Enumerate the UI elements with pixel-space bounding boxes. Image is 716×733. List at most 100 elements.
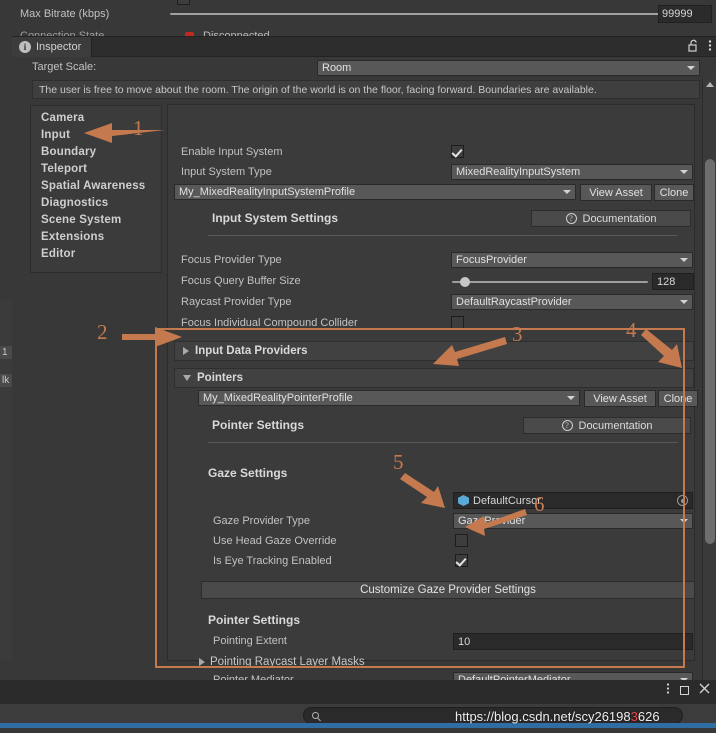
chevron-down-icon (687, 66, 695, 70)
target-scale-label: Target Scale: (32, 61, 97, 73)
maximize-icon[interactable] (680, 685, 689, 695)
chevron-down-icon (680, 170, 688, 174)
helpbox-text: The user is free to move about the room.… (39, 83, 597, 96)
window-bottom-bar (0, 680, 716, 704)
clone-button[interactable]: Clone (654, 184, 694, 201)
annotation-number-6: 6 (534, 492, 545, 516)
pointer-profile-dropdown[interactable]: My_MixedRealityPointerProfile (198, 390, 580, 406)
input-data-providers-foldout[interactable]: Input Data Providers (174, 341, 694, 361)
focus-query-buffer-size-label: Focus Query Buffer Size (181, 275, 301, 287)
help-icon: ? (561, 420, 573, 431)
category-item-diagnostics[interactable]: Diagnostics (41, 195, 161, 212)
screenshot-root: Max Bitrate (kbps) 99999 Connection Stat… (0, 0, 716, 733)
target-scale-row: Target Scale: Room (12, 58, 716, 78)
kebab-menu-icon[interactable] (708, 39, 712, 55)
prefab-cube-icon (458, 495, 469, 506)
row-pointer-profile: My_MixedRealityPointerProfile View Asset… (168, 390, 698, 410)
input-system-profile-value: My_MixedRealityInputSystemProfile (179, 186, 356, 198)
close-icon[interactable] (699, 683, 710, 697)
input-system-documentation-button[interactable]: ? Documentation (531, 210, 691, 227)
pointing-raycast-layer-masks-foldout[interactable]: Pointing Raycast Layer Masks (199, 656, 365, 668)
pointing-extent-label: Pointing Extent (213, 635, 287, 647)
pointer-settings-subtitle: Pointer Settings (208, 613, 301, 627)
pointer-documentation-button[interactable]: ? Documentation (523, 417, 691, 434)
raycast-provider-type-label: Raycast Provider Type (181, 296, 292, 308)
pointing-extent-field[interactable]: 10 (453, 633, 693, 650)
row-focus-query-buffer-size: Focus Query Buffer Size 128 (168, 272, 696, 292)
gaze-cursor-prefab-field[interactable]: DefaultCursor (453, 492, 693, 509)
row-input-system-profile: My_MixedRealityInputSystemProfile View A… (168, 184, 696, 204)
enable-input-system-checkbox[interactable] (451, 145, 464, 158)
raycast-provider-type-dropdown[interactable]: DefaultRaycastProvider (451, 294, 693, 310)
inspector-window: i Inspector Target Scale: Room The user … (12, 36, 716, 721)
input-system-profile-dropdown[interactable]: My_MixedRealityInputSystemProfile (174, 184, 576, 200)
category-item-extensions[interactable]: Extensions (41, 229, 161, 246)
chevron-down-icon (183, 375, 191, 381)
gaze-provider-type-dropdown[interactable]: GazeProvider (453, 513, 693, 529)
inspector-tabbar: i Inspector (12, 37, 716, 57)
category-item-teleport[interactable]: Teleport (41, 161, 161, 178)
background-window: Max Bitrate (kbps) 99999 Connection Stat… (0, 0, 716, 42)
pointer-view-asset-button[interactable]: View Asset (584, 390, 656, 407)
max-bitrate-slider-track[interactable] (170, 13, 675, 15)
annotation-number-1: 1 (133, 116, 144, 140)
category-item-spatial-awareness[interactable]: Spatial Awareness (41, 178, 161, 195)
divider (208, 442, 678, 443)
enable-input-system-label: Enable Input System (181, 146, 283, 158)
annotation-number-4: 4 (626, 318, 637, 342)
tab-inspector[interactable]: i Inspector (12, 37, 93, 57)
divider (208, 235, 678, 236)
category-item-boundary[interactable]: Boundary (41, 144, 161, 161)
info-icon: i (19, 41, 31, 53)
row-focus-provider-type: Focus Provider Type FocusProvider (168, 251, 696, 271)
gaze-provider-type-value: GazeProvider (458, 515, 526, 527)
raycast-provider-type-value: DefaultRaycastProvider (456, 296, 572, 308)
is-eye-tracking-enabled-label: Is Eye Tracking Enabled (213, 555, 332, 567)
pointers-foldout[interactable]: Pointers (174, 368, 694, 388)
is-eye-tracking-enabled-checkbox[interactable] (455, 554, 468, 567)
kebab-menu-icon[interactable] (666, 682, 670, 698)
gaze-settings-title: Gaze Settings (208, 466, 288, 480)
pointer-settings-title: Pointer Settings (212, 418, 305, 432)
row-raycast-provider-type: Raycast Provider Type DefaultRaycastProv… (168, 293, 696, 313)
category-item-scene-system[interactable]: Scene System (41, 212, 161, 229)
chevron-down-icon (680, 258, 688, 262)
input-system-type-label: Input System Type (181, 166, 272, 178)
annotation-number-2: 2 (97, 320, 108, 344)
focus-query-buffer-size-field[interactable]: 128 (652, 273, 694, 290)
watermark-suffix: 626 (637, 709, 660, 724)
row-input-system-type: Input System Type MixedRealityInputSyste… (168, 163, 696, 183)
use-head-gaze-override-checkbox[interactable] (455, 534, 468, 547)
scroll-up-arrow-icon[interactable] (706, 82, 714, 87)
chevron-down-icon (680, 519, 688, 523)
input-system-type-dropdown[interactable]: MixedRealityInputSystem (451, 164, 693, 180)
background-checkbox[interactable] (177, 0, 190, 5)
focus-compound-collider-checkbox[interactable] (451, 316, 464, 329)
max-bitrate-label: Max Bitrate (kbps) (20, 8, 110, 20)
focus-compound-collider-label: Focus Individual Compound Collider (181, 317, 358, 329)
documentation-label: Documentation (582, 212, 657, 225)
view-asset-button[interactable]: View Asset (580, 184, 652, 201)
scrollbar-thumb[interactable] (705, 159, 715, 544)
focus-provider-type-dropdown[interactable]: FocusProvider (451, 252, 693, 268)
category-item-editor[interactable]: Editor (41, 246, 161, 263)
inspector-scrollbar[interactable] (702, 79, 716, 721)
use-head-gaze-override-label: Use Head Gaze Override (213, 535, 337, 547)
object-picker-icon[interactable] (677, 495, 688, 506)
focus-query-slider-knob[interactable] (460, 277, 470, 287)
chevron-right-icon (199, 658, 205, 666)
inspector-tabbar-actions (688, 37, 712, 57)
chevron-down-icon (563, 190, 571, 194)
input-data-providers-label: Input Data Providers (195, 345, 308, 357)
max-bitrate-value-field[interactable]: 99999 (658, 5, 712, 23)
target-scale-helpbox: The user is free to move about the room.… (32, 80, 700, 99)
target-scale-dropdown[interactable]: Room (317, 60, 700, 76)
lock-open-icon[interactable] (688, 39, 699, 55)
focus-provider-type-value: FocusProvider (456, 254, 527, 266)
focus-query-slider-track[interactable] (452, 281, 648, 283)
watermark-prefix: https://blog.csdn.net/scy26198 (455, 709, 631, 724)
pointer-clone-button[interactable]: Clone (658, 390, 698, 407)
customize-gaze-provider-settings-button[interactable]: Customize Gaze Provider Settings (201, 581, 695, 599)
annotation-number-3: 3 (512, 322, 523, 346)
gaze-cursor-prefab-value: DefaultCursor (473, 494, 541, 507)
